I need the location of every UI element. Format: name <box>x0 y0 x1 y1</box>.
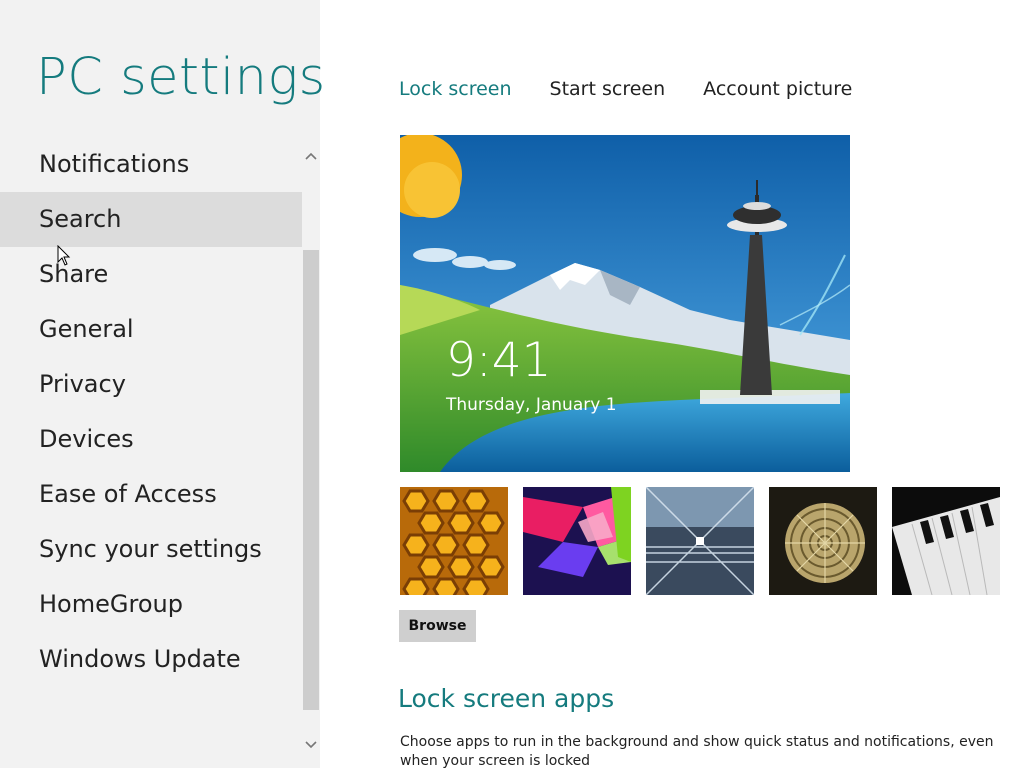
nav-item-search[interactable]: Search <box>0 192 302 247</box>
nav-item-privacy[interactable]: Privacy <box>0 357 302 412</box>
scroll-up-icon[interactable] <box>302 146 320 168</box>
tab-account-picture[interactable]: Account picture <box>703 78 852 108</box>
nav-item-homegroup[interactable]: HomeGroup <box>0 577 302 632</box>
pc-settings-window: PC settings Notifications Search Share G… <box>0 0 1024 768</box>
mouse-cursor-icon <box>57 245 71 266</box>
piano-keys-image <box>892 487 1000 595</box>
thumbnail-piano-keys[interactable] <box>892 487 1000 595</box>
page-title: PC settings <box>36 48 326 107</box>
settings-tabs: Lock screen Start screen Account picture <box>399 78 890 108</box>
nav-item-windows-update[interactable]: Windows Update <box>0 632 302 687</box>
background-thumbnails <box>400 487 1000 595</box>
nav-scrollbar[interactable] <box>302 134 320 768</box>
lock-screen-background-image <box>400 135 850 472</box>
nav-list: Notifications Search Share General Priva… <box>0 137 302 687</box>
honeycomb-image <box>400 487 508 595</box>
lock-screen-apps-description: Choose apps to run in the background and… <box>400 734 994 768</box>
nav-item-sync-your-settings[interactable]: Sync your settings <box>0 522 302 577</box>
left-pane: PC settings Notifications Search Share G… <box>0 0 325 768</box>
nav-item-notifications[interactable]: Notifications <box>0 137 302 192</box>
nav-item-devices[interactable]: Devices <box>0 412 302 467</box>
scroll-down-icon[interactable] <box>302 735 320 757</box>
scroll-thumb[interactable] <box>303 250 319 710</box>
browse-button[interactable]: Browse <box>399 610 476 642</box>
nav-item-ease-of-access[interactable]: Ease of Access <box>0 467 302 522</box>
thumbnail-nautilus-shell[interactable] <box>769 487 877 595</box>
nav-item-share[interactable]: Share <box>0 247 302 302</box>
lock-screen-preview: 9:41 Thursday, January 1 <box>400 135 850 472</box>
thumbnail-tunnel[interactable] <box>646 487 754 595</box>
thumbnail-honeycomb[interactable] <box>400 487 508 595</box>
colorful-shapes-image <box>523 487 631 595</box>
tab-start-screen[interactable]: Start screen <box>550 78 666 108</box>
lock-screen-apps-heading: Lock screen apps <box>398 684 615 713</box>
nav-item-general[interactable]: General <box>0 302 302 357</box>
lock-screen-time: 9:41 <box>446 333 552 388</box>
nautilus-shell-image <box>769 487 877 595</box>
thumbnail-colorful-shapes[interactable] <box>523 487 631 595</box>
tunnel-image <box>646 487 754 595</box>
tab-lock-screen[interactable]: Lock screen <box>399 78 512 108</box>
lock-screen-date: Thursday, January 1 <box>446 395 617 415</box>
